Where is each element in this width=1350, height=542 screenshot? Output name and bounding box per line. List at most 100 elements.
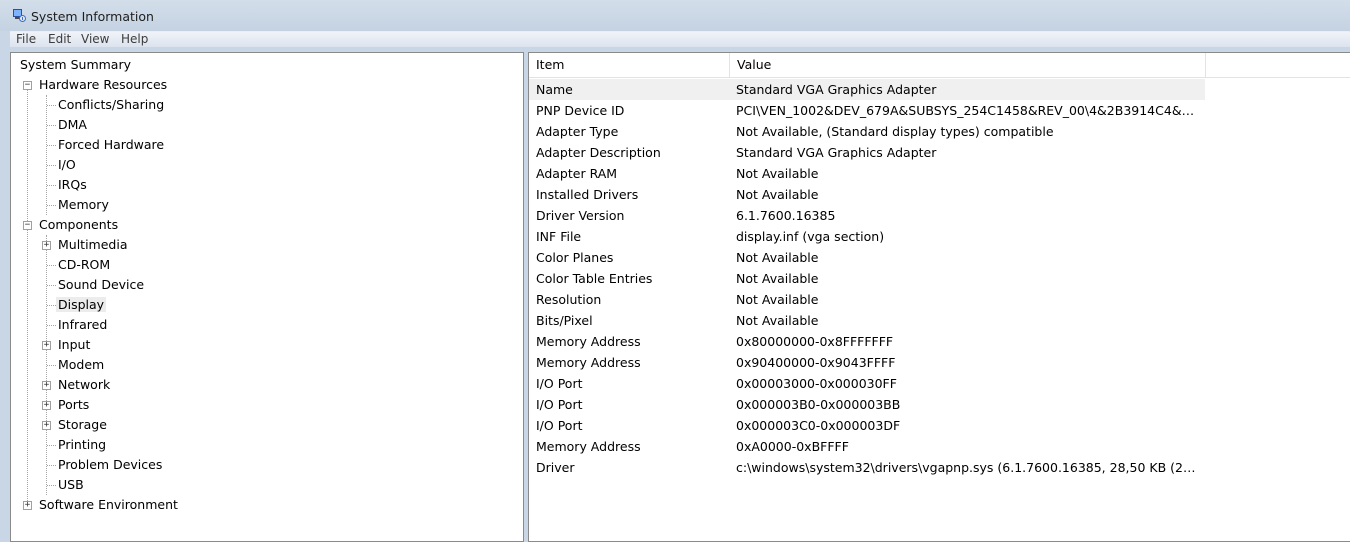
title-bar[interactable]: System Information (0, 0, 1350, 31)
tree-label: Printing (58, 437, 107, 452)
table-row[interactable]: I/O Port 0x000003C0-0x000003DF (529, 415, 1205, 436)
tree-label: DMA (58, 117, 87, 132)
cell-item: Adapter RAM (536, 166, 618, 181)
expand-icon[interactable]: + (42, 401, 51, 410)
cell-item: Driver Version (536, 208, 625, 223)
table-row[interactable]: Name Standard VGA Graphics Adapter (529, 79, 1205, 100)
expand-icon[interactable]: + (42, 381, 51, 390)
tree-label: Forced Hardware (58, 137, 165, 152)
cell-item: Color Planes (536, 250, 614, 265)
cell-item: Memory Address (536, 355, 641, 370)
cell-item: Resolution (536, 292, 602, 307)
tree-node-dma[interactable]: DMA (56, 115, 89, 135)
menu-view[interactable]: View (81, 32, 109, 48)
expand-icon[interactable]: + (42, 421, 51, 430)
tree-label: I/O (58, 157, 76, 172)
tree-label: Problem Devices (58, 457, 163, 472)
cell-value: 6.1.7600.16385 (736, 208, 836, 223)
tree-label: Conflicts/Sharing (58, 97, 165, 112)
cell-value: PCI\VEN_1002&DEV_679A&SUBSYS_254C1458&RE… (736, 103, 1202, 118)
tree-node-problem-devices[interactable]: Problem Devices (56, 455, 164, 475)
table-row[interactable]: PNP Device ID PCI\VEN_1002&DEV_679A&SUBSY… (529, 100, 1205, 121)
collapse-icon[interactable]: − (23, 81, 32, 90)
tree-node-software-environment[interactable]: Software Environment (37, 495, 180, 515)
tree-node-io[interactable]: I/O (56, 155, 78, 175)
tree-line (27, 87, 28, 507)
tree-label: Input (58, 337, 91, 352)
cell-value: 0x00003000-0x000030FF (736, 376, 897, 391)
tree-label: Memory (58, 197, 109, 212)
tree-node-storage[interactable]: Storage (56, 415, 109, 435)
expand-icon[interactable]: + (42, 241, 51, 250)
system-info-app-icon (13, 9, 26, 22)
table-row[interactable]: I/O Port 0x00003000-0x000030FF (529, 373, 1205, 394)
tree-node-system-summary[interactable]: System Summary (18, 55, 133, 75)
menu-edit[interactable]: Edit (48, 32, 71, 48)
table-row[interactable]: INF File display.inf (vga section) (529, 226, 1205, 247)
table-row[interactable]: Resolution Not Available (529, 289, 1205, 310)
tree-label: Network (58, 377, 111, 392)
tree-line (47, 185, 56, 186)
tree-node-ports[interactable]: Ports (56, 395, 91, 415)
collapse-icon[interactable]: − (23, 221, 32, 230)
table-row[interactable]: Bits/Pixel Not Available (529, 310, 1205, 331)
menu-file[interactable]: File (16, 32, 36, 48)
expand-icon[interactable]: + (42, 341, 51, 350)
table-row[interactable]: Memory Address 0xA0000-0xBFFFF (529, 436, 1205, 457)
table-row[interactable]: Driver c:\windows\system32\drivers\vgapnp… (529, 457, 1205, 478)
tree-node-irqs[interactable]: IRQs (56, 175, 89, 195)
table-row[interactable]: Memory Address 0x80000000-0x8FFFFFFF (529, 331, 1205, 352)
window-frame-left (0, 31, 10, 542)
menu-help[interactable]: Help (121, 32, 148, 48)
tree-node-multimedia[interactable]: Multimedia (56, 235, 130, 255)
column-header-value[interactable]: Value (730, 53, 1206, 77)
column-header-item[interactable]: Item (529, 53, 730, 77)
table-row[interactable]: Adapter RAM Not Available (529, 163, 1205, 184)
tree-node-printing[interactable]: Printing (56, 435, 108, 455)
cell-item: Memory Address (536, 334, 641, 349)
table-row[interactable]: Adapter Type Not Available, (Standard dis… (529, 121, 1205, 142)
table-row[interactable]: Adapter Description Standard VGA Graphics… (529, 142, 1205, 163)
cell-value: c:\windows\system32\drivers\vgapnp.sys (… (736, 460, 1202, 475)
tree-line (47, 165, 56, 166)
cell-item: I/O Port (536, 376, 583, 391)
details-list[interactable]: Item Value Name Standard VGA Graphics Ada… (528, 52, 1350, 542)
tree-node-infrared[interactable]: Infrared (56, 315, 109, 335)
tree-node-cd-rom[interactable]: CD-ROM (56, 255, 112, 275)
tree-node-components[interactable]: Components (37, 215, 120, 235)
cell-value: 0xA0000-0xBFFFF (736, 439, 849, 454)
table-row[interactable]: I/O Port 0x000003B0-0x000003BB (529, 394, 1205, 415)
tree-node-hardware-resources[interactable]: Hardware Resources (37, 75, 169, 95)
cell-item: Name (536, 82, 573, 97)
category-tree[interactable]: System Summary − Hardware Resources Conf… (10, 52, 524, 542)
table-row[interactable]: Color Table Entries Not Available (529, 268, 1205, 289)
tree-node-input[interactable]: Input (56, 335, 92, 355)
cell-value: 0x000003C0-0x000003DF (736, 418, 901, 433)
tree-node-conflicts-sharing[interactable]: Conflicts/Sharing (56, 95, 166, 115)
cell-item: I/O Port (536, 397, 583, 412)
tree-node-usb[interactable]: USB (56, 475, 86, 495)
cell-item: Bits/Pixel (536, 313, 593, 328)
tree-line (47, 265, 56, 266)
cell-item: Color Table Entries (536, 271, 653, 286)
tree-node-network[interactable]: Network (56, 375, 112, 395)
tree-label: CD-ROM (58, 257, 111, 272)
tree-node-sound-device[interactable]: Sound Device (56, 275, 146, 295)
cell-item: Installed Drivers (536, 187, 639, 202)
tree-label: Display (56, 297, 107, 312)
tree-node-memory[interactable]: Memory (56, 195, 111, 215)
expand-icon[interactable]: + (23, 501, 32, 510)
table-row[interactable]: Memory Address 0x90400000-0x9043FFFF (529, 352, 1205, 373)
tree-line (47, 325, 56, 326)
tree-node-display[interactable]: Display (56, 295, 107, 315)
table-row[interactable]: Color Planes Not Available (529, 247, 1205, 268)
tree-label: Storage (58, 417, 107, 432)
table-row[interactable]: Installed Drivers Not Available (529, 184, 1205, 205)
tree-line (47, 145, 56, 146)
column-header-row: Item Value (529, 53, 1350, 78)
cell-value: Standard VGA Graphics Adapter (736, 145, 937, 160)
tree-node-modem[interactable]: Modem (56, 355, 106, 375)
tree-node-forced-hardware[interactable]: Forced Hardware (56, 135, 166, 155)
table-row[interactable]: Driver Version 6.1.7600.16385 (529, 205, 1205, 226)
tree-line (46, 95, 47, 215)
